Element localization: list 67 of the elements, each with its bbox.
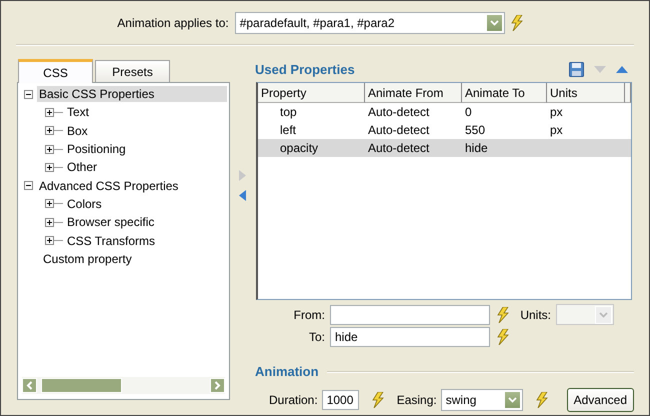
expand-icon[interactable] (45, 108, 54, 117)
scroll-right-button[interactable] (210, 378, 226, 393)
table-cell: Auto-detect (368, 123, 430, 137)
table-row[interactable]: opacity Auto-detect hide (258, 139, 631, 157)
to-label: To: (308, 330, 326, 344)
remove-arrow-icon[interactable] (238, 190, 246, 201)
table-row[interactable]: top Auto-detect 0 px (258, 103, 631, 121)
duration-field[interactable]: 1000 (322, 390, 359, 410)
section-title: Used Properties (255, 62, 356, 76)
header-filler (625, 83, 631, 103)
lightning-icon[interactable] (536, 392, 548, 408)
tree-item[interactable]: Colors (65, 196, 104, 212)
chevron-left-icon[interactable] (26, 381, 33, 390)
scrollbar-thumb[interactable] (41, 378, 122, 393)
units-label: Units: (519, 308, 552, 322)
tree-item[interactable]: Basic CSS Properties (37, 86, 228, 102)
table-cell: Auto-detect (368, 105, 430, 119)
applies-to-dropdown[interactable]: #paradefault, #para1, #para2 (234, 12, 505, 34)
easing-dropdown[interactable]: swing (440, 389, 523, 411)
expand-icon[interactable] (45, 144, 54, 154)
table-cell: Auto-detect (368, 141, 430, 155)
tree-item[interactable]: Box (65, 122, 90, 139)
save-icon[interactable] (569, 62, 584, 76)
move-up-icon[interactable] (616, 66, 628, 72)
column-header[interactable]: Animate From (365, 83, 462, 103)
scroll-left-button[interactable] (22, 378, 37, 393)
expand-icon[interactable] (45, 162, 54, 172)
lightning-icon[interactable] (497, 329, 509, 345)
tree-item[interactable]: Text (65, 104, 92, 120)
table-cell: 0 (465, 105, 472, 119)
tree-item[interactable]: Custom property (41, 250, 134, 267)
tab[interactable]: CSS (18, 59, 93, 83)
table-cell: hide (465, 141, 488, 155)
expand-icon[interactable] (45, 236, 54, 246)
easing-label: Easing: (396, 393, 437, 407)
column-header[interactable]: Animate To (462, 83, 547, 103)
table-cell: px (550, 123, 563, 137)
tree-item[interactable]: Other (65, 159, 100, 176)
table-cell: left (280, 123, 296, 137)
table-cell: opacity (280, 141, 318, 155)
column-header[interactable]: Property (258, 83, 365, 103)
applies-to-label: Animation applies to: (117, 16, 229, 30)
column-header[interactable]: Units (547, 83, 625, 103)
expand-icon[interactable] (45, 218, 54, 227)
tree-item[interactable]: Positioning (65, 141, 128, 158)
expand-icon[interactable] (45, 199, 54, 208)
tree-item[interactable]: CSS Transforms (65, 232, 158, 249)
lightning-icon[interactable] (372, 392, 384, 408)
from-field[interactable] (330, 304, 490, 324)
advanced-button[interactable]: Advanced (566, 388, 634, 412)
table-cell: top (280, 105, 297, 119)
lightning-icon[interactable] (510, 15, 523, 31)
to-field[interactable]: hide (330, 327, 490, 347)
lightning-icon[interactable] (497, 306, 509, 322)
section-title: Animation (255, 364, 319, 379)
table-cell: px (550, 105, 563, 119)
tree-item[interactable]: Browser specific (65, 214, 156, 230)
collapse-icon[interactable] (24, 181, 33, 190)
tree-item[interactable]: Advanced CSS Properties (37, 178, 180, 194)
tab[interactable]: Presets (95, 60, 170, 82)
expand-icon[interactable] (45, 126, 54, 136)
collapse-icon[interactable] (24, 90, 33, 99)
table-row[interactable]: left Auto-detect 550 px (258, 121, 631, 139)
chevron-right-icon[interactable] (214, 381, 222, 390)
from-label: From: (292, 308, 326, 322)
duration-label: Duration: (269, 393, 318, 407)
table-cell: 550 (465, 123, 486, 137)
